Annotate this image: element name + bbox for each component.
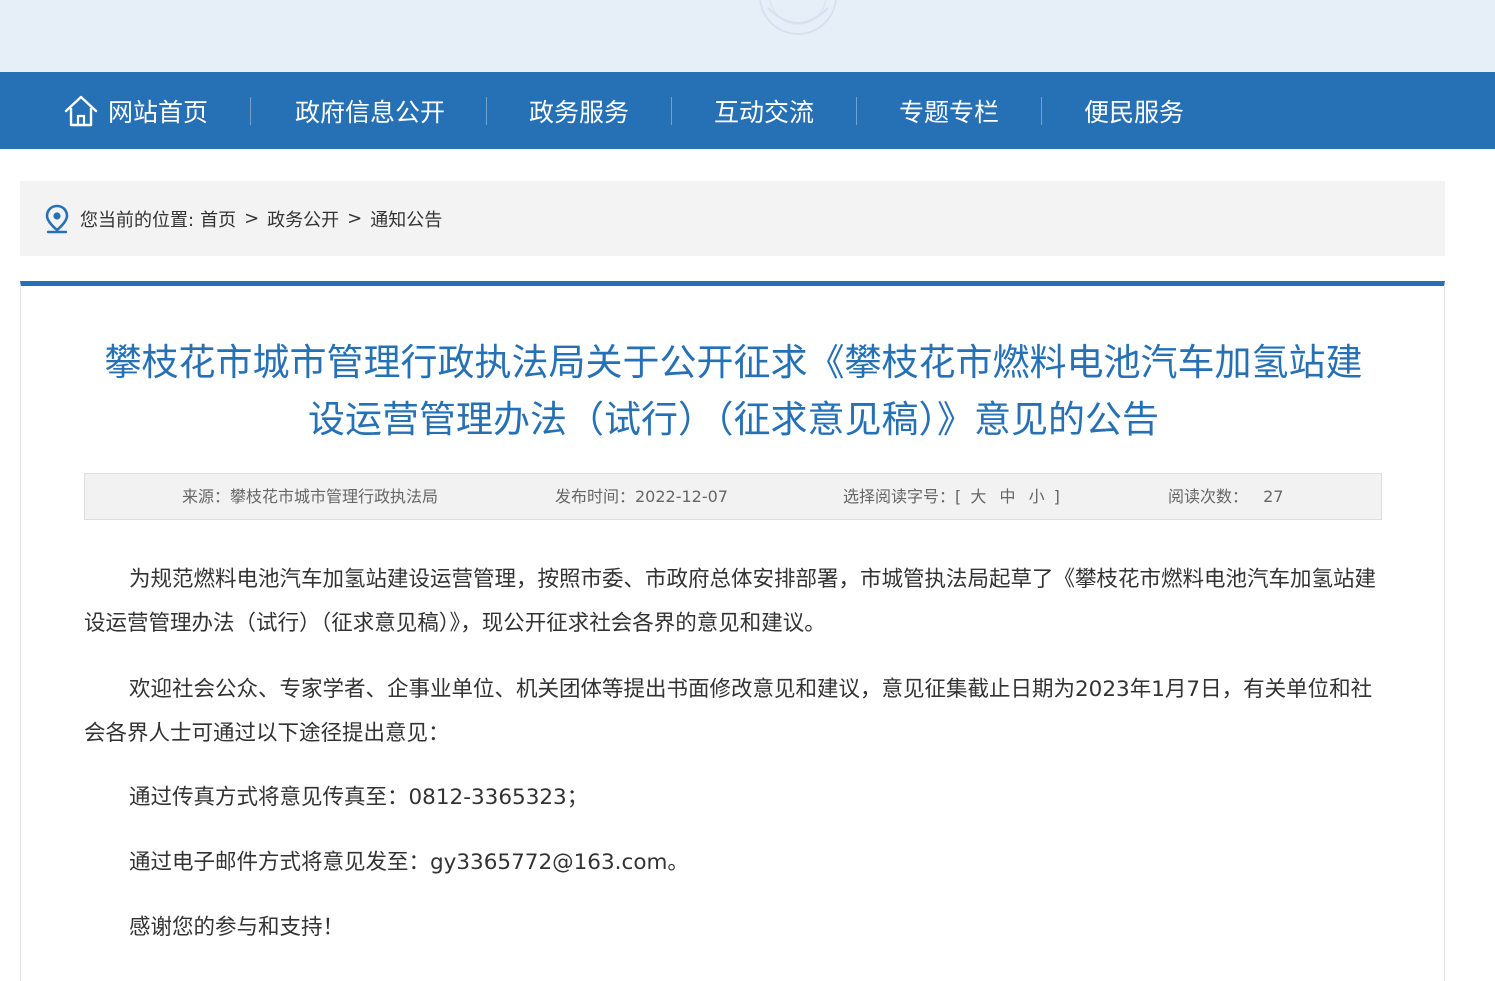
meta-views: 阅读次数： 27 [1168, 474, 1283, 519]
article-title: 攀枝花市城市管理行政执法局关于公开征求《攀枝花市燃料电池汽车加氢站建 设运营管理… [81, 334, 1386, 448]
home-icon [64, 95, 98, 126]
main-nav: 网站首页 政府信息公开 政务服务 互动交流 专题专栏 便民服务 [0, 72, 1495, 149]
font-size-label: 选择阅读字号：[ [843, 487, 962, 506]
article-paragraph: 通过传真方式将意见传真至：0812-3365323； [129, 785, 589, 810]
nav-services[interactable]: 政务服务 [529, 72, 629, 149]
meta-publish-date: 发布时间：2022-12-07 [555, 487, 728, 506]
meta-views-count: 27 [1263, 487, 1284, 506]
nav-home[interactable]: 网站首页 [62, 72, 208, 149]
article-container: 攀枝花市城市管理行政执法局关于公开征求《攀枝花市燃料电池汽车加氢站建 设运营管理… [20, 281, 1445, 981]
meta-source: 来源：攀枝花市城市管理行政执法局 [182, 487, 439, 506]
nav-convenience[interactable]: 便民服务 [1084, 72, 1184, 149]
article-paragraph: 为规范燃料电池汽车加氢站建设运营管理，按照市委、市政府总体安排部署，市城管执法局… [84, 567, 1377, 636]
nav-convenience-label: 便民服务 [1084, 97, 1185, 127]
nav-separator [856, 97, 857, 125]
font-size-bracket: ] [1053, 487, 1060, 506]
meta-views-label: 阅读次数： [1168, 487, 1249, 506]
nav-special[interactable]: 专题专栏 [899, 72, 999, 149]
article-paragraph: 感谢您的参与和支持！ [129, 915, 345, 940]
breadcrumb: 您当前的位置: 首页 > 政务公开 > 通知公告 [20, 181, 1445, 256]
nav-home-label: 网站首页 [108, 97, 209, 127]
nav-special-label: 专题专栏 [899, 97, 1000, 127]
breadcrumb-notices[interactable]: 通知公告 [370, 206, 442, 232]
nav-separator [1041, 97, 1042, 125]
article-meta: 来源：攀枝花市城市管理行政执法局 发布时间：2022-12-07 选择阅读字号：… [84, 473, 1382, 520]
breadcrumb-separator: > [244, 208, 260, 229]
font-size-medium[interactable]: 中 [999, 487, 1015, 506]
article-title-line-1: 攀枝花市城市管理行政执法局关于公开征求《攀枝花市燃料电池汽车加氢站建 [104, 341, 1363, 384]
breadcrumb-gov-open[interactable]: 政务公开 [267, 206, 339, 232]
nav-services-label: 政务服务 [529, 97, 630, 127]
nav-separator [486, 97, 487, 125]
nav-separator [671, 97, 672, 125]
nav-interaction-label: 互动交流 [714, 97, 815, 127]
font-size-small[interactable]: 小 [1029, 487, 1045, 506]
nav-separator [250, 97, 251, 125]
nav-gov-info[interactable]: 政府信息公开 [295, 72, 445, 149]
breadcrumb-home[interactable]: 首页 [200, 206, 236, 232]
article-title-line-2: 设运营管理办法（试行）（征求意见稿）》意见的公告 [308, 398, 1159, 441]
article-paragraph: 通过电子邮件方式将意见发至：gy3365772@163.com。 [129, 850, 689, 875]
meta-font-size: 选择阅读字号：[ 大 中 小 ] [843, 474, 1060, 519]
emblem-icon [759, 0, 837, 35]
breadcrumb-label: 您当前的位置: [80, 209, 195, 231]
font-size-large[interactable]: 大 [970, 487, 986, 506]
article-paragraph: 欢迎社会公众、专家学者、企事业单位、机关团体等提出书面修改意见和建议，意见征集截… [84, 677, 1373, 746]
location-pin-icon [45, 204, 69, 233]
nav-interaction[interactable]: 互动交流 [714, 72, 814, 149]
nav-gov-info-label: 政府信息公开 [295, 97, 446, 127]
breadcrumb-separator: > [347, 208, 363, 229]
top-banner [0, 0, 1495, 72]
